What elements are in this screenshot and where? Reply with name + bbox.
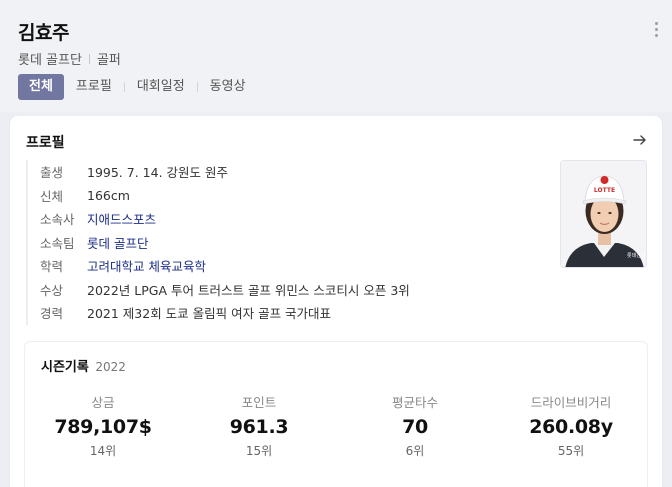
- more-vertical-icon[interactable]: [652, 22, 660, 40]
- stat-label: 상금: [91, 395, 115, 410]
- stat-value: 789,107$: [54, 416, 152, 438]
- arrow-right-icon[interactable]: [632, 132, 648, 148]
- player-team[interactable]: 롯데 골프단: [18, 49, 82, 68]
- season-title: 시즌기록 2022: [41, 356, 126, 375]
- stat-rank: 14위: [89, 444, 117, 458]
- stat-value: 260.08y: [529, 416, 613, 438]
- player-subline: 롯데 골프단 골퍼: [18, 49, 121, 68]
- player-role: 골퍼: [96, 53, 121, 68]
- player-name: 김효주: [18, 22, 69, 44]
- row-label: 신체: [40, 188, 64, 204]
- profile-row-agency: 소속사 지애드스포츠: [40, 207, 546, 231]
- season-stats: 상금 789,107$ 14위 포인트 961.3 15위 평균타수 70 6위…: [25, 394, 649, 460]
- row-value: 166cm: [87, 187, 130, 203]
- profile-row-body: 신체 166cm: [40, 184, 546, 208]
- stat-scoring-average: 평균타수 70 6위: [337, 394, 493, 460]
- row-value: 1995. 7. 14. 강원도 원주: [87, 165, 228, 181]
- stat-rank: 55위: [557, 444, 585, 458]
- row-value: 2021 제32회 도쿄 올림픽 여자 골프 국가대표: [87, 306, 332, 322]
- tab-video[interactable]: 동영상: [198, 74, 258, 100]
- education-link[interactable]: 고려대학교 체육교육학: [87, 256, 206, 275]
- stat-rank: 6위: [405, 444, 425, 458]
- row-label: 출생: [40, 165, 64, 181]
- stat-driving-distance: 드라이브비거리 260.08y 55위: [493, 394, 649, 460]
- profile-card: 프로필 출생 1995. 7. 14. 강원도 원주 신체 166cm 소속사 …: [10, 116, 662, 487]
- player-photo[interactable]: 롯데건설 LOTTE: [560, 160, 647, 268]
- stat-value: 961.3: [229, 416, 289, 438]
- stat-rank: 15위: [245, 444, 273, 458]
- stat-label: 드라이브비거리: [530, 395, 612, 410]
- tab-profile[interactable]: 프로필: [64, 74, 124, 100]
- cap-logo: LOTTE: [594, 187, 615, 194]
- stat-points: 포인트 961.3 15위: [181, 394, 337, 460]
- stat-label: 평균타수: [391, 395, 438, 410]
- season-year: 2022: [95, 360, 126, 374]
- row-label: 소속사: [40, 212, 75, 228]
- profile-row-career: 경력 2021 제32회 도쿄 올림픽 여자 골프 국가대표: [40, 301, 546, 325]
- row-value: 2022년 LPGA 투어 트러스트 골프 위민스 스코티시 오픈 3위: [87, 282, 410, 298]
- shirt-text: 롯데건설: [627, 252, 646, 259]
- stat-value: 70: [402, 416, 428, 438]
- row-label: 수상: [40, 282, 64, 298]
- row-label: 학력: [40, 259, 64, 275]
- stat-prize: 상금 789,107$ 14위: [25, 394, 181, 460]
- player-portrait: 롯데건설 LOTTE: [561, 161, 646, 267]
- row-label: 경력: [40, 306, 64, 322]
- tab-all[interactable]: 전체: [18, 74, 64, 100]
- player-header: 김효주 롯데 골프단 골퍼 전체 프로필 대회일정 동영상: [0, 0, 672, 112]
- profile-row-education: 학력 고려대학교 체육교육학: [40, 254, 546, 278]
- divider: [88, 53, 90, 64]
- tab-schedule[interactable]: 대회일정: [125, 74, 197, 100]
- row-label: 소속팀: [40, 235, 75, 251]
- profile-info-list: 출생 1995. 7. 14. 강원도 원주 신체 166cm 소속사 지애드스…: [26, 160, 546, 325]
- profile-row-awards: 수상 2022년 LPGA 투어 트러스트 골프 위민스 스코티시 오픈 3위: [40, 278, 546, 302]
- agency-link[interactable]: 지애드스포츠: [87, 209, 156, 228]
- season-title-text: 시즌기록: [41, 360, 89, 375]
- season-record-panel: 시즌기록 2022 상금 789,107$ 14위 포인트 961.3 15위 …: [24, 341, 648, 487]
- profile-row-birth: 출생 1995. 7. 14. 강원도 원주: [40, 160, 546, 184]
- stat-label: 포인트: [241, 395, 277, 410]
- profile-row-team: 소속팀 롯데 골프단: [40, 231, 546, 255]
- tab-bar: 전체 프로필 대회일정 동영상: [18, 74, 258, 100]
- team-link[interactable]: 롯데 골프단: [87, 233, 148, 252]
- profile-section-title: 프로필: [26, 135, 65, 151]
